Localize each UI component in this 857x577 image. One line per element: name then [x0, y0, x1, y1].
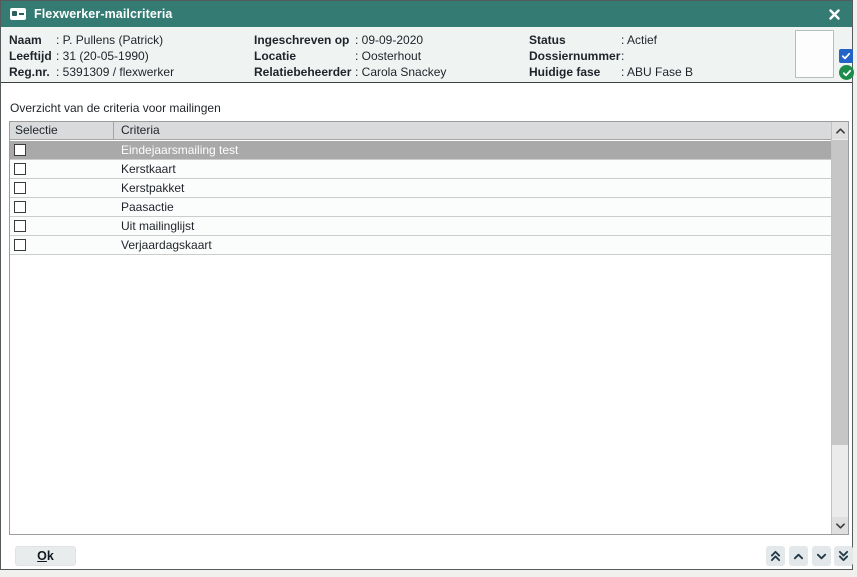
field-value: : Carola Snackey	[355, 64, 446, 80]
table-body: Eindejaarsmailing test Kerstkaart Kerstp…	[10, 141, 831, 255]
field-value: : Actief	[621, 32, 657, 48]
title-bar[interactable]: Flexwerker-mailcriteria	[1, 1, 852, 27]
id-card-icon	[10, 8, 26, 20]
double-chevron-down-icon[interactable]	[834, 546, 853, 566]
table-row[interactable]: Uit mailinglijst	[10, 217, 831, 236]
table-row[interactable]: Eindejaarsmailing test	[10, 141, 831, 160]
chevron-up-icon[interactable]	[832, 122, 848, 139]
criteria-cell: Eindejaarsmailing test	[114, 143, 831, 157]
table-row[interactable]: Paasactie	[10, 198, 831, 217]
field-label: Locatie	[254, 48, 355, 64]
ok-button[interactable]: Ok	[15, 546, 76, 566]
criteria-cell: Verjaardagskaart	[114, 238, 831, 252]
header-column-1: Naam: P. Pullens (Patrick) Leeftijd: 31 …	[9, 32, 174, 80]
field-label: Relatiebeheerder	[254, 64, 355, 80]
field-value: : Oosterhout	[355, 48, 421, 64]
criteria-cell: Paasactie	[114, 200, 831, 214]
row-checkbox[interactable]	[14, 163, 26, 175]
row-checkbox[interactable]	[14, 201, 26, 213]
vertical-scrollbar[interactable]	[831, 122, 848, 534]
criteria-cell: Kerstpakket	[114, 181, 831, 195]
overview-label: Overzicht van de criteria voor mailingen	[10, 101, 221, 115]
criteria-cell: Uit mailinglijst	[114, 219, 831, 233]
table-row[interactable]: Kerstkaart	[10, 160, 831, 179]
field-label: Reg.nr.	[9, 64, 56, 80]
ok-button-accesskey: O	[37, 549, 47, 563]
chevron-down-icon[interactable]	[812, 546, 831, 566]
header-column-3: Status: Actief Dossiernummer: Huidige fa…	[529, 32, 693, 80]
scrollbar-thumb[interactable]	[832, 140, 848, 445]
table-row[interactable]: Verjaardagskaart	[10, 236, 831, 255]
ok-button-rest: k	[47, 549, 54, 563]
window-title: Flexwerker-mailcriteria	[34, 7, 173, 21]
field-value: : 31 (20-05-1990)	[56, 48, 149, 64]
criteria-table: Selectie Criteria Eindejaarsmailing test…	[9, 121, 849, 535]
field-label: Status	[529, 32, 621, 48]
column-header-criteria[interactable]: Criteria	[114, 122, 848, 140]
field-label: Huidige fase	[529, 64, 621, 80]
column-header-selectie[interactable]: Selectie	[10, 122, 114, 140]
chevron-up-icon[interactable]	[789, 546, 808, 566]
person-info-header: Naam: P. Pullens (Patrick) Leeftijd: 31 …	[1, 27, 852, 83]
row-checkbox[interactable]	[14, 239, 26, 251]
table-row[interactable]: Kerstpakket	[10, 179, 831, 198]
flexwerker-mailcriteria-dialog: Flexwerker-mailcriteria Naam: P. Pullens…	[0, 0, 853, 570]
close-icon[interactable]	[826, 9, 843, 20]
field-value: : 09-09-2020	[355, 32, 423, 48]
double-chevron-up-icon[interactable]	[766, 546, 785, 566]
field-value: : 5391309 / flexwerker	[56, 64, 174, 80]
chevron-down-icon[interactable]	[832, 517, 848, 534]
field-label: Dossiernummer	[529, 48, 621, 64]
field-value: : P. Pullens (Patrick)	[56, 32, 163, 48]
field-value: : ABU Fase B	[621, 64, 693, 80]
field-label: Ingeschreven op	[254, 32, 355, 48]
header-column-2: Ingeschreven op: 09-09-2020 Locatie: Oos…	[254, 32, 446, 80]
row-checkbox[interactable]	[14, 144, 26, 156]
table-header-row: Selectie Criteria	[10, 122, 848, 140]
checked-checkbox-icon[interactable]	[839, 49, 853, 63]
row-checkbox[interactable]	[14, 182, 26, 194]
row-checkbox[interactable]	[14, 220, 26, 232]
field-label: Leeftijd	[9, 48, 56, 64]
field-label: Naam	[9, 32, 56, 48]
field-value: :	[621, 48, 624, 64]
check-circle-icon	[839, 65, 854, 80]
criteria-cell: Kerstkaart	[114, 162, 831, 176]
photo-placeholder	[795, 30, 834, 78]
